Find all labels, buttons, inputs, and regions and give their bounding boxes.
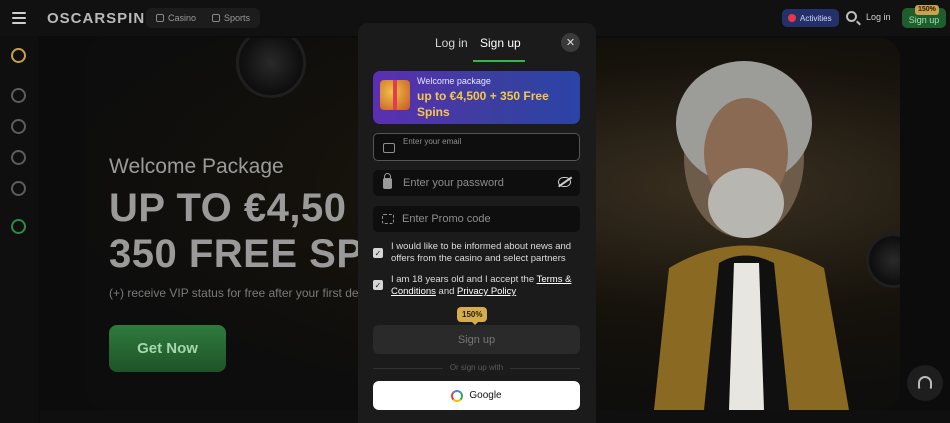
hero-character-image [654, 61, 849, 410]
password-placeholder: Enter your password [403, 177, 504, 189]
google-signup-button[interactable]: Google [373, 381, 580, 410]
poker-chip-image [866, 233, 900, 288]
left-rail [0, 36, 38, 423]
tab-login[interactable]: Log in [435, 36, 468, 50]
nav-casino[interactable]: Casino [150, 10, 202, 26]
nav-sports-label: Sports [224, 13, 251, 23]
age-consent-and: and [435, 286, 458, 297]
news-consent-label: I would like to be informed about news a… [391, 241, 572, 264]
google-icon [451, 389, 464, 402]
promo-code-field[interactable]: Enter Promo code [373, 206, 580, 232]
hero-title-line-2: 350 FREE SP [109, 232, 364, 276]
activities-button[interactable]: Activities [782, 9, 839, 27]
search-icon[interactable] [846, 11, 857, 22]
promo-label: Welcome package [417, 76, 491, 86]
signup-bonus-badge: 150% [915, 5, 939, 15]
hamburger-icon[interactable] [12, 12, 26, 24]
mail-icon [383, 143, 395, 153]
nav-sports[interactable]: Sports [206, 10, 256, 26]
rail-support-icon[interactable] [11, 219, 26, 234]
divider [373, 368, 443, 369]
submit-signup-button[interactable]: Sign up [373, 325, 580, 354]
gift-icon [380, 80, 410, 110]
login-button[interactable]: Log in [866, 12, 891, 22]
rail-live-icon[interactable] [11, 119, 26, 134]
get-now-button[interactable]: Get Now [109, 325, 226, 372]
promo-code-icon [382, 214, 394, 224]
age-consent-text: I am 18 years old and I accept the [391, 274, 537, 285]
email-placeholder: Enter your email [403, 137, 462, 146]
tab-signup[interactable]: Sign up [480, 36, 521, 50]
headset-icon [918, 376, 932, 390]
nav-switcher: Casino Sports [146, 8, 261, 28]
email-field[interactable]: Enter your email [373, 133, 580, 161]
poker-chip-image [236, 38, 306, 98]
age-consent-label: I am 18 years old and I accept the Terms… [391, 274, 581, 298]
promo-placeholder: Enter Promo code [402, 213, 491, 225]
eye-off-icon[interactable] [558, 177, 571, 187]
lock-icon [383, 172, 392, 189]
rail-logo-icon[interactable] [11, 48, 26, 63]
brand-logo[interactable]: OSCARSPIN [47, 10, 145, 27]
divider [510, 368, 580, 369]
or-signup-with: Or sign up with [449, 363, 504, 372]
bonus-badge: 150% [457, 307, 488, 325]
hero-subtitle: Welcome Package [109, 155, 284, 178]
close-button[interactable]: ✕ [561, 33, 580, 52]
rail-sports-icon[interactable] [11, 150, 26, 165]
check-icon: ✓ [374, 248, 382, 258]
welcome-package-banner: Welcome package up to €4,500 + 350 Free … [373, 71, 580, 124]
hero-title-line-1: UP TO €4,50 [109, 186, 347, 230]
activities-label: Activities [800, 13, 832, 23]
casino-icon [156, 14, 164, 22]
hero-note: (+) receive VIP status for free after yo… [109, 286, 372, 300]
promo-amount: up to €4,500 + 350 Free Spins [417, 89, 549, 119]
support-button[interactable] [907, 365, 943, 401]
age-consent-checkbox[interactable]: ✓ [373, 280, 383, 290]
activities-icon [788, 14, 796, 22]
privacy-link[interactable]: Privacy Policy [457, 286, 516, 297]
check-icon: ✓ [374, 280, 382, 290]
hero-title: UP TO €4,50 350 FREE SP [109, 185, 364, 277]
news-consent-checkbox[interactable]: ✓ [373, 248, 383, 258]
tab-active-indicator [473, 60, 525, 62]
nav-casino-label: Casino [168, 13, 197, 23]
rail-casino-icon[interactable] [11, 88, 26, 103]
signup-modal: Log in Sign up ✕ Welcome package up to €… [358, 23, 596, 423]
google-label: Google [469, 390, 502, 401]
page: OSCARSPIN Casino Sports Activities Log i… [0, 0, 950, 423]
close-icon: ✕ [565, 37, 576, 49]
rail-games-icon[interactable] [11, 181, 26, 196]
password-field[interactable]: Enter your password [373, 170, 580, 196]
sports-icon [212, 14, 221, 22]
